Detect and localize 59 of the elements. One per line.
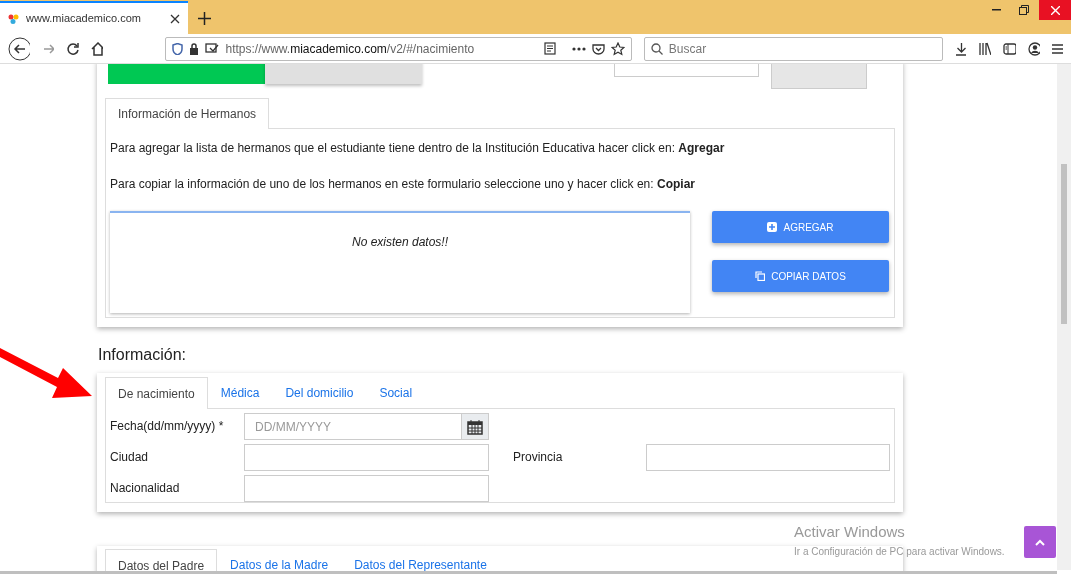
input-field[interactable]	[646, 444, 890, 471]
scroll-top-button[interactable]	[1024, 526, 1056, 558]
search-placeholder: Buscar	[668, 40, 707, 58]
plus-icon	[767, 222, 778, 232]
tab[interactable]: Datos del Representante	[341, 549, 500, 574]
reader-icon[interactable]	[543, 42, 556, 55]
tab[interactable]: De nacimiento	[105, 377, 208, 409]
sidebar-icon[interactable]	[1002, 42, 1016, 55]
section-heading: Información:	[98, 345, 188, 365]
close-icon[interactable]	[170, 13, 180, 24]
home-icon[interactable]	[90, 41, 104, 56]
download-icon[interactable]	[954, 41, 967, 56]
close-window-button[interactable]	[1039, 0, 1071, 20]
search-field[interactable]: Buscar	[643, 36, 943, 61]
tab[interactable]: Información de Hermanos	[105, 98, 270, 129]
reload-icon[interactable]	[66, 41, 79, 56]
new-tab-icon[interactable]	[198, 12, 211, 25]
pocket-icon[interactable]	[591, 42, 605, 55]
close-icon	[1050, 5, 1060, 15]
menu-icon[interactable]	[1052, 42, 1063, 55]
field-label: Provincia	[513, 449, 564, 466]
tab-title: www.miacademico.com	[26, 11, 141, 27]
input-field[interactable]	[244, 444, 489, 471]
restore-icon[interactable]	[1019, 5, 1029, 15]
back-icon[interactable]	[8, 36, 30, 61]
chevron-up-icon	[1035, 538, 1045, 546]
url-text: https://www.miacademico.com/v2/#/nacimiento	[225, 40, 475, 58]
star-icon[interactable]	[610, 41, 625, 56]
instruction-text: Para copiar la información de uno de los hermanos en este formulario seleccione uno y hacer click en: Copiar	[109, 176, 696, 193]
add-button[interactable]: AGREGAR	[712, 211, 889, 243]
date-field[interactable]: DD/MM/YYYY	[244, 413, 462, 440]
address-bar[interactable]: https://www.miacademico.com/v2/#/nacimiento	[165, 36, 632, 61]
tab[interactable]: Datos de la Madre	[217, 549, 342, 574]
copy-icon	[755, 271, 766, 281]
input-field[interactable]	[244, 475, 489, 502]
browser-tab[interactable]: www.miacademico.com	[0, 1, 188, 34]
lock-icon	[189, 42, 200, 55]
shield-icon	[172, 42, 184, 55]
tab[interactable]: Del domicilio	[272, 377, 367, 408]
permissions-icon	[205, 42, 220, 55]
more-icon[interactable]	[571, 46, 586, 51]
calendar-button[interactable]	[461, 413, 489, 440]
tab[interactable]: Social	[366, 377, 426, 408]
calendar-icon	[466, 418, 483, 435]
field-label: Ciudad	[110, 449, 150, 466]
instruction-text: Para agregar la lista de hermanos que el estudiante tiene dentro de la Institución Educativa hacer click en: Agregar	[109, 140, 726, 157]
input-field[interactable]	[614, 64, 759, 77]
account-icon[interactable]	[1027, 41, 1041, 56]
field-label: Fecha(dd/mm/yyyy) *	[110, 418, 225, 435]
search-icon	[650, 42, 663, 55]
activation-notice: Activar Windows Ir a Configuración de PC para activar Windows.	[794, 522, 1005, 559]
field-label: Nacionalidad	[110, 480, 181, 497]
site-icon	[8, 13, 20, 24]
library-icon[interactable]	[978, 42, 991, 55]
forward-icon[interactable]	[41, 41, 55, 56]
copy-button[interactable]: COPIAR DATOS	[712, 260, 889, 292]
tab[interactable]: Médica	[207, 377, 273, 408]
minimize-icon[interactable]	[992, 9, 1001, 11]
empty-message: No existen datos!!	[110, 211, 690, 313]
